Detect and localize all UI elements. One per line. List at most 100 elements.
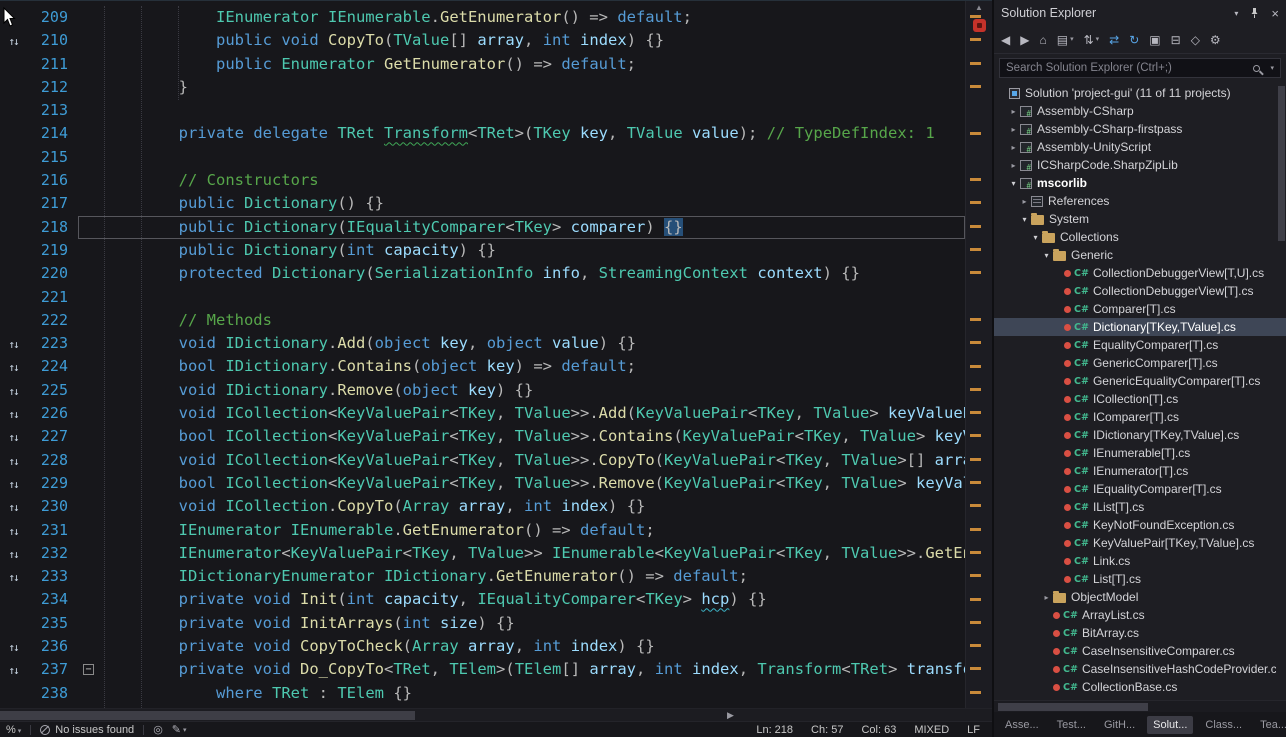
code-line[interactable]: 221: [0, 286, 965, 309]
fold-margin[interactable]: [78, 239, 102, 262]
gutter-margin[interactable]: [0, 682, 26, 705]
expander-closed-icon[interactable]: ▸: [1007, 161, 1020, 170]
line-number[interactable]: 232: [26, 542, 78, 565]
code-line[interactable]: ↑↓232 IEnumerator<KeyValuePair<TKey, TVa…: [0, 542, 965, 565]
code-line[interactable]: 218 public Dictionary(IEqualityComparer<…: [0, 216, 965, 239]
line-number[interactable]: 224: [26, 355, 78, 378]
gutter-margin[interactable]: [0, 588, 26, 611]
gutter-margin[interactable]: [0, 76, 26, 99]
tree-item-file[interactable]: C#CollectionDebuggerView[T].cs: [994, 282, 1286, 300]
search-icon[interactable]: [1253, 65, 1260, 72]
expander-closed-icon[interactable]: ▸: [1007, 107, 1020, 116]
fold-margin[interactable]: [78, 216, 102, 239]
close-icon[interactable]: ×: [1271, 7, 1279, 20]
panel-tab-class[interactable]: Class...: [1199, 716, 1248, 734]
line-number[interactable]: 236: [26, 635, 78, 658]
gutter-margin[interactable]: ↑↓: [0, 542, 26, 565]
gutter-margin[interactable]: [0, 146, 26, 169]
line-number[interactable]: 219: [26, 239, 78, 262]
fold-margin[interactable]: [78, 402, 102, 425]
gutter-margin[interactable]: [0, 99, 26, 122]
line-number[interactable]: 222: [26, 309, 78, 332]
line-number[interactable]: 226: [26, 402, 78, 425]
expander-open-icon[interactable]: ▾: [1007, 179, 1020, 188]
fold-margin[interactable]: [78, 472, 102, 495]
code-line[interactable]: ↑↓210 public void CopyTo(TValue[] array,…: [0, 29, 965, 52]
fold-margin[interactable]: −: [78, 658, 102, 681]
code-editor[interactable]: 209 IEnumerator IEnumerable.GetEnumerato…: [0, 1, 992, 708]
tree-item-file[interactable]: C#KeyNotFoundException.cs: [994, 516, 1286, 534]
line-number[interactable]: 220: [26, 262, 78, 285]
status-col[interactable]: Col: 63: [861, 724, 896, 736]
line-number[interactable]: 223: [26, 332, 78, 355]
expander-closed-icon[interactable]: ▸: [1040, 593, 1053, 602]
code-line[interactable]: 238 where TRet : TElem {}: [0, 682, 965, 705]
tree-item-file[interactable]: C#IList[T].cs: [994, 498, 1286, 516]
tree-item-file[interactable]: C#Link.cs: [994, 552, 1286, 570]
gutter-margin[interactable]: ↑↓: [0, 472, 26, 495]
code-line[interactable]: 212 }: [0, 76, 965, 99]
fold-margin[interactable]: [78, 379, 102, 402]
code-line[interactable]: ↑↓229 bool ICollection<KeyValuePair<TKey…: [0, 472, 965, 495]
fold-margin[interactable]: [78, 542, 102, 565]
panel-tab-asse[interactable]: Asse...: [999, 716, 1045, 734]
code-line[interactable]: ↑↓231 IEnumerator IEnumerable.GetEnumera…: [0, 519, 965, 542]
panel-header[interactable]: Solution Explorer ▾ ×: [994, 0, 1286, 26]
code-line[interactable]: 215: [0, 146, 965, 169]
fold-margin[interactable]: [78, 286, 102, 309]
implements-icon[interactable]: ↑↓: [8, 548, 17, 561]
search-input[interactable]: Search Solution Explorer (Ctrl+;) ▾: [999, 58, 1281, 78]
tree-item-file[interactable]: C#EqualityComparer[T].cs: [994, 336, 1286, 354]
fold-margin[interactable]: [78, 169, 102, 192]
code-line[interactable]: ↑↓223 void IDictionary.Add(object key, o…: [0, 332, 965, 355]
panel-tab-test[interactable]: Test...: [1051, 716, 1092, 734]
implements-icon[interactable]: ↑↓: [8, 408, 17, 421]
gutter-margin[interactable]: ↑↓: [0, 425, 26, 448]
tree-item-project[interactable]: ▸Assembly-CSharp-firstpass: [994, 120, 1286, 138]
gutter-margin[interactable]: [0, 192, 26, 215]
status-char[interactable]: Ch: 57: [811, 724, 843, 736]
fold-margin[interactable]: [78, 192, 102, 215]
issues-indicator[interactable]: No issues found: [40, 724, 134, 736]
gutter-margin[interactable]: [0, 239, 26, 262]
tree-item-file[interactable]: C#Dictionary[TKey,TValue].cs: [994, 318, 1286, 336]
chevron-down-icon[interactable]: ▾: [1270, 64, 1274, 72]
fold-margin[interactable]: [78, 99, 102, 122]
tree-item-file[interactable]: C#ICollection[T].cs: [994, 390, 1286, 408]
tree-item-folder[interactable]: ▸ObjectModel: [994, 588, 1286, 606]
line-number[interactable]: 211: [26, 53, 78, 76]
implements-icon[interactable]: ↑↓: [8, 35, 17, 48]
tree-item-file[interactable]: C#IEqualityComparer[T].cs: [994, 480, 1286, 498]
switch-views-icon[interactable]: ▤▾: [1057, 34, 1074, 46]
fold-margin[interactable]: [78, 495, 102, 518]
implements-icon[interactable]: ↑↓: [8, 501, 17, 514]
panel-horizontal-scrollbar-thumb[interactable]: [998, 703, 1148, 711]
line-number[interactable]: 231: [26, 519, 78, 542]
implements-icon[interactable]: ↑↓: [8, 571, 17, 584]
line-number[interactable]: 225: [26, 379, 78, 402]
fold-margin[interactable]: [78, 29, 102, 52]
line-number[interactable]: 217: [26, 192, 78, 215]
implements-icon[interactable]: ↑↓: [8, 478, 17, 491]
code-line[interactable]: 219 public Dictionary(int capacity) {}: [0, 239, 965, 262]
scroll-right-icon[interactable]: ▶: [727, 709, 734, 721]
gutter-margin[interactable]: [0, 262, 26, 285]
gutter-margin[interactable]: ↑↓: [0, 495, 26, 518]
tree-item-file[interactable]: C#CaseInsensitiveComparer.cs: [994, 642, 1286, 660]
tree-item-file[interactable]: C#CollectionBase.cs: [994, 678, 1286, 696]
tree-item-file[interactable]: C#IEnumerable[T].cs: [994, 444, 1286, 462]
gutter-margin[interactable]: [0, 53, 26, 76]
tree-item-file[interactable]: C#GenericComparer[T].cs: [994, 354, 1286, 372]
tree-item-file[interactable]: C#ArrayList.cs: [994, 606, 1286, 624]
gutter-margin[interactable]: ↑↓: [0, 519, 26, 542]
implements-icon[interactable]: ↑↓: [8, 431, 17, 444]
panel-horizontal-scrollbar[interactable]: [994, 700, 1286, 712]
fold-margin[interactable]: [78, 262, 102, 285]
zoom-control[interactable]: %▾: [6, 724, 21, 736]
gutter-margin[interactable]: [0, 169, 26, 192]
line-number[interactable]: 237: [26, 658, 78, 681]
fold-margin[interactable]: [78, 565, 102, 588]
tree-item-refs[interactable]: ▸References: [994, 192, 1286, 210]
code-line[interactable]: ↑↓230 void ICollection.CopyTo(Array arra…: [0, 495, 965, 518]
code-line[interactable]: 220 protected Dictionary(SerializationIn…: [0, 262, 965, 285]
